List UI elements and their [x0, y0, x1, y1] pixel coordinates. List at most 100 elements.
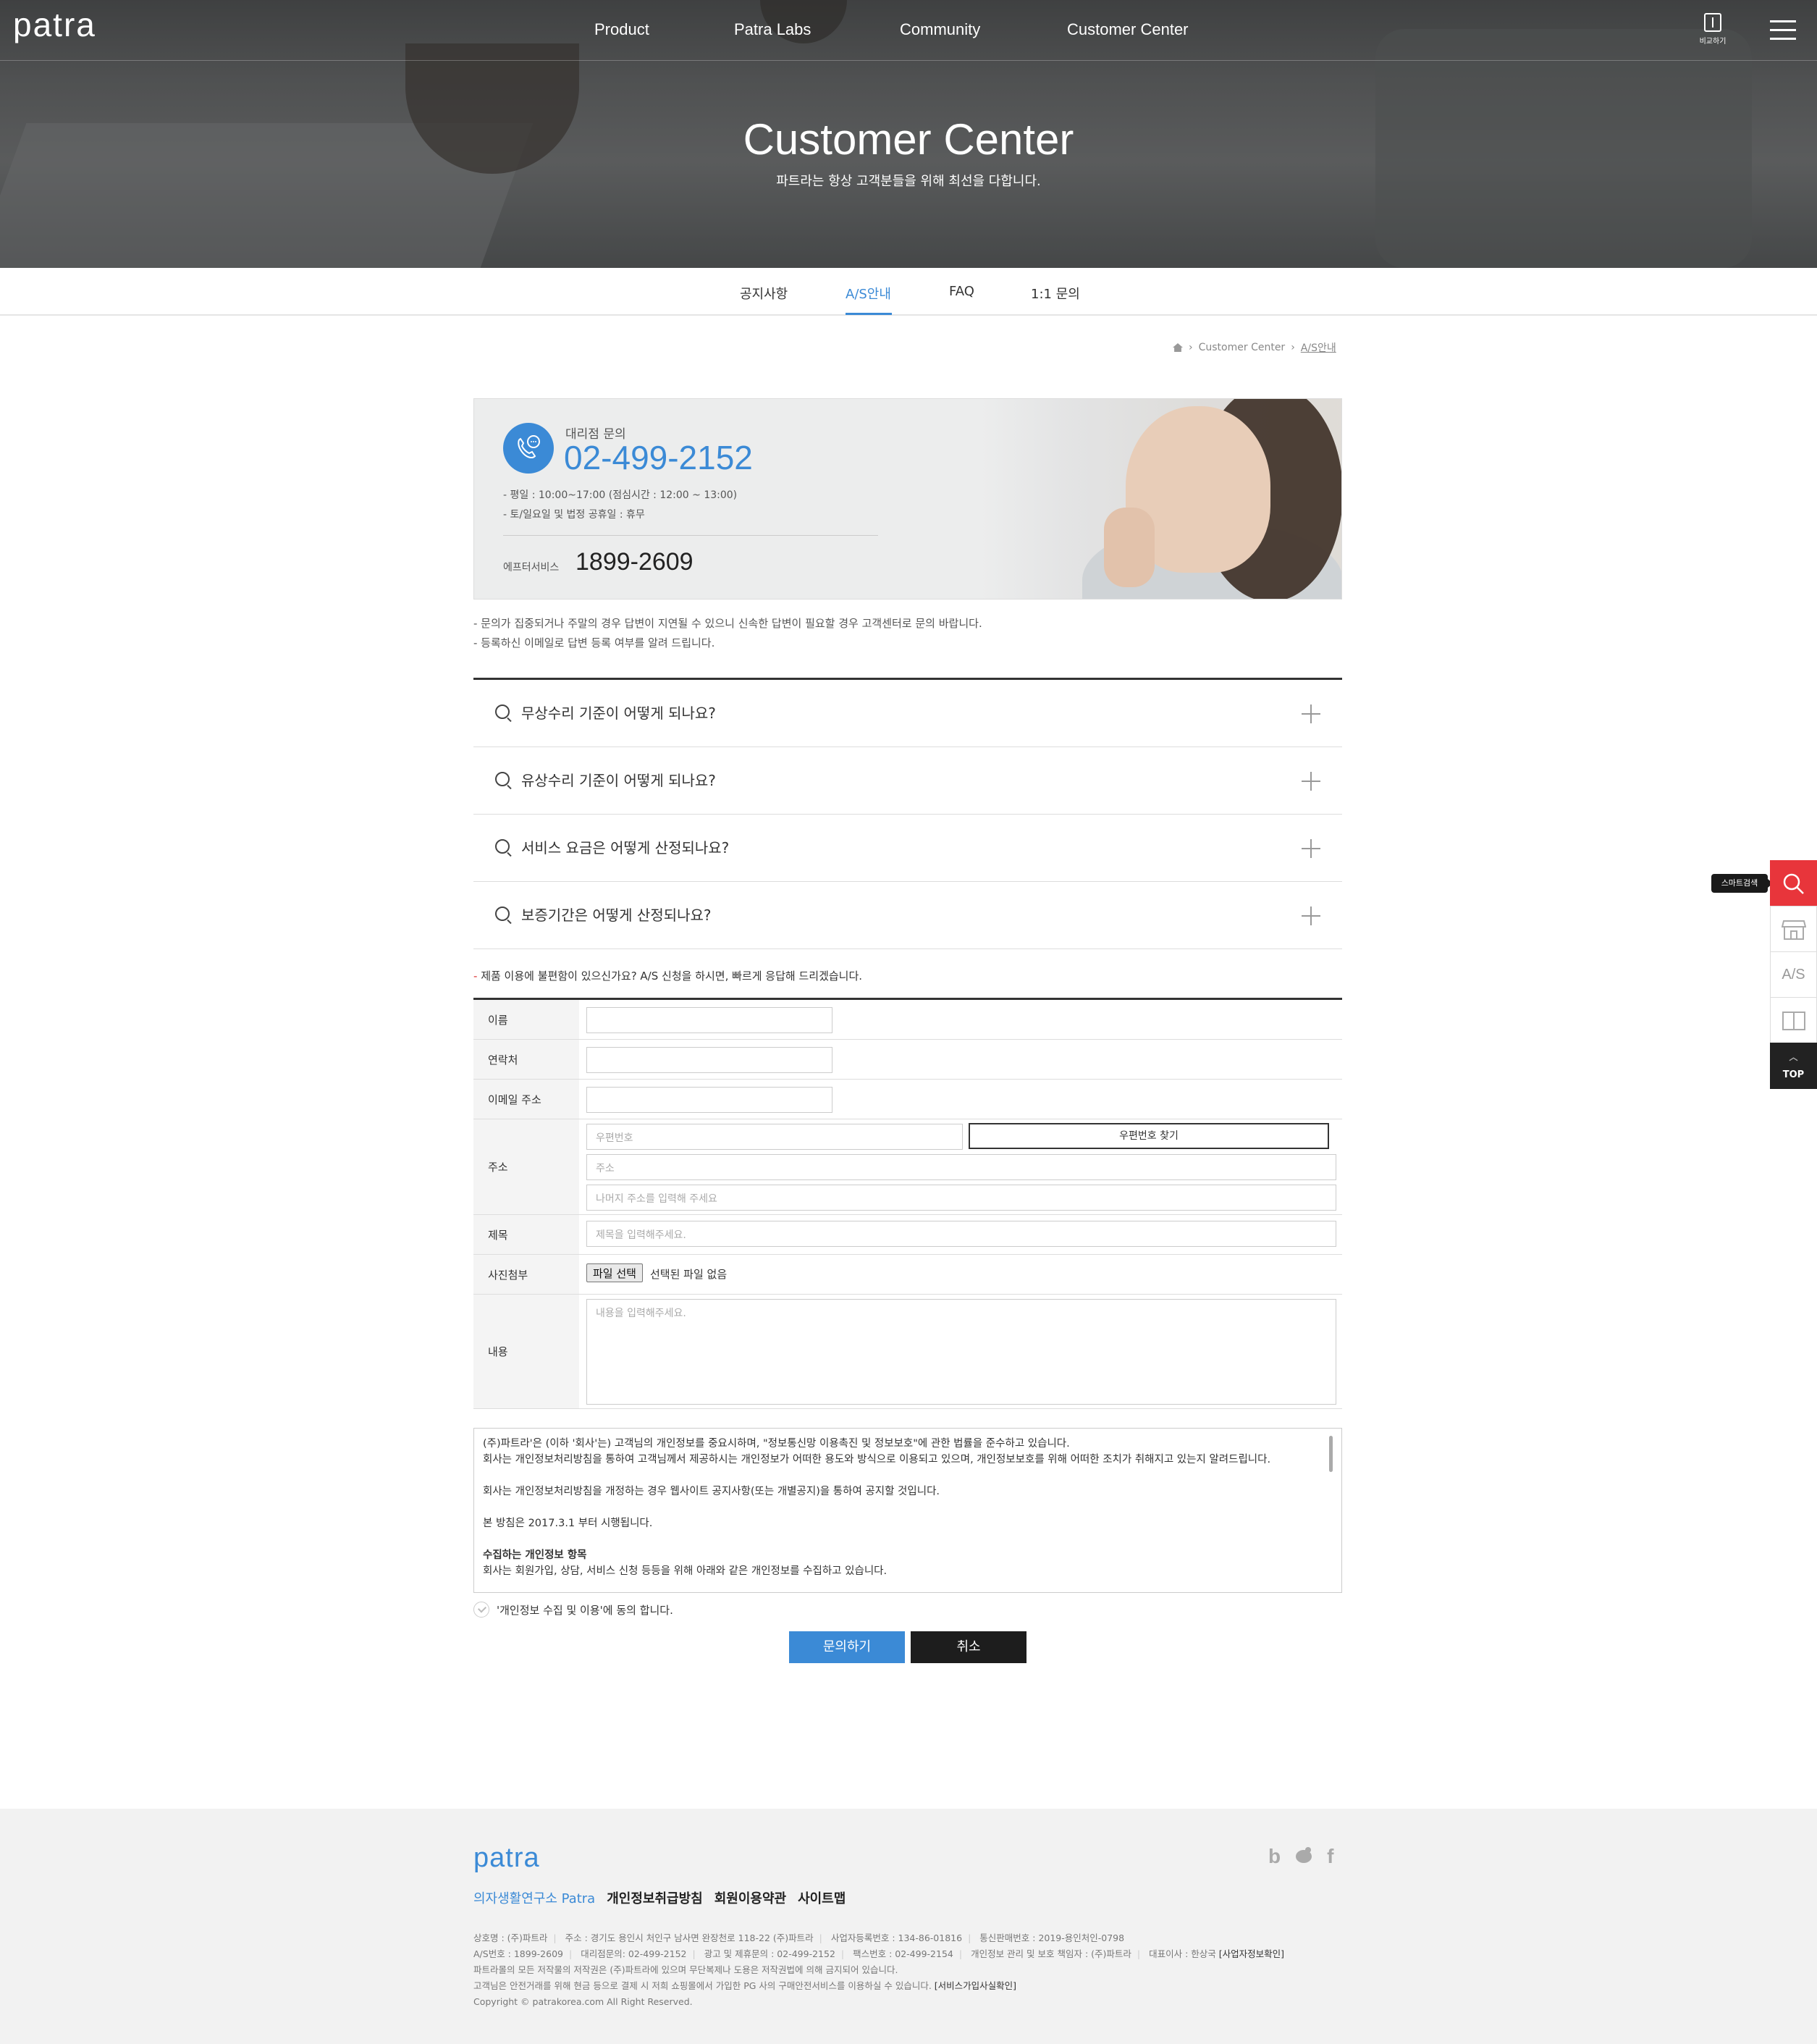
after-service-label: 에프터서비스 — [503, 562, 560, 573]
policy-text: 회사는 개인정보처리방침을 통하여 고객님께서 제공하시는 개인정보가 어떠한 … — [483, 1454, 1271, 1465]
plus-icon[interactable] — [1302, 907, 1320, 925]
file-status: 선택된 파일 없음 — [650, 1268, 728, 1281]
content-textarea[interactable]: 내용을 입력해주세요. — [586, 1299, 1336, 1405]
book-icon — [1782, 1012, 1805, 1030]
agree-label: '개인정보 수집 및 이용'에 동의 합니다. — [497, 1603, 673, 1617]
home-icon[interactable] — [1173, 343, 1183, 352]
phone-input[interactable] — [586, 1047, 832, 1073]
nav-customer-center[interactable]: Customer Center — [1067, 20, 1189, 39]
footer-link-sitemap[interactable]: 사이트맵 — [798, 1888, 846, 1907]
service-check-link[interactable]: [서비스가입사실확인] — [935, 1980, 1016, 1991]
phone-chat-icon — [503, 423, 554, 474]
tab-inquiry[interactable]: 1:1 문의 — [1031, 284, 1080, 303]
footer-link-terms[interactable]: 회원이용약관 — [714, 1888, 786, 1907]
form-row-content: 내용 내용을 입력해주세요. — [473, 1295, 1342, 1409]
find-zipcode-button[interactable]: 우편번호 찾기 — [969, 1123, 1329, 1149]
copyright: Copyright © patrakorea.com All Right Res… — [473, 1996, 693, 2007]
info-item: 상호명 : (주)파트라 — [473, 1932, 548, 1943]
page-subtitle: 파트라는 항상 고객분들을 위해 최선을 다합니다. — [776, 174, 1041, 189]
info-item: 광고 및 제휴문의 : 02-499-2152 — [704, 1948, 835, 1959]
company-info: 상호명 : (주)파트라 | 주소 : 경기도 용인시 처인구 남사면 완장천로 … — [473, 1930, 1284, 2010]
faq-item[interactable]: 서비스 요금은 어떻게 산정되나요? — [473, 815, 1342, 882]
smart-search-tooltip: 스마트검색 — [1711, 874, 1773, 893]
store-button[interactable] — [1770, 906, 1817, 952]
address-detail-input[interactable]: 나머지 주소를 입력해 주세요 — [586, 1185, 1336, 1211]
facebook-icon[interactable]: f — [1327, 1845, 1333, 1870]
email-input[interactable] — [586, 1087, 832, 1113]
phone-label: 연락처 — [473, 1040, 579, 1079]
company-info-line: 상호명 : (주)파트라 | 주소 : 경기도 용인시 처인구 남사면 완장천로 … — [473, 1932, 1125, 1943]
scroll-top-button[interactable]: ︿ TOP — [1770, 1043, 1817, 1089]
breadcrumb-item[interactable]: Customer Center — [1199, 342, 1286, 353]
address-label: 주소 — [473, 1119, 579, 1214]
social-links: b f — [1268, 1845, 1333, 1870]
form-row-subject: 제목 제목을 입력해주세요. — [473, 1215, 1342, 1255]
policy-heading: 수집하는 개인정보 항목 — [483, 1549, 587, 1561]
info-item: 팩스번호 : 02-499-2154 — [853, 1948, 953, 1959]
kakao-story-icon[interactable] — [1294, 1845, 1314, 1870]
quick-menu: A/S ︿ TOP — [1770, 860, 1817, 1089]
tab-notice[interactable]: 공지사항 — [740, 284, 788, 303]
breadcrumb: › Customer Center › A/S안내 — [1173, 340, 1336, 355]
info-item: 개인정보 관리 및 보호 책임자 : (주)파트라 — [971, 1948, 1131, 1959]
smart-search-button[interactable] — [1770, 860, 1817, 907]
store-icon — [1782, 920, 1806, 940]
subject-label: 제목 — [473, 1215, 579, 1254]
page-title: Customer Center — [743, 115, 1074, 164]
question-icon — [495, 907, 510, 921]
faq-item[interactable]: 보증기간은 어떻게 산정되나요? — [473, 882, 1342, 949]
form-row-address: 주소 우편번호 우편번호 찾기 주소 나머지 주소를 입력해 주세요 — [473, 1119, 1342, 1215]
breadcrumb-current[interactable]: A/S안내 — [1301, 340, 1336, 355]
faq-question: 서비스 요금은 어떻게 산정되나요? — [521, 839, 730, 857]
faq-item[interactable]: 무상수리 기준이 어떻게 되나요? — [473, 680, 1342, 747]
faq-question: 유상수리 기준이 어떻게 되나요? — [521, 772, 716, 789]
active-tab-indicator — [846, 313, 892, 315]
compare-button[interactable]: 비교하기 — [1692, 13, 1733, 46]
agree-checkbox-row[interactable]: '개인정보 수집 및 이용'에 동의 합니다. — [473, 1602, 673, 1618]
submit-button[interactable]: 문의하기 — [789, 1631, 905, 1663]
nav-patra-labs[interactable]: Patra Labs — [734, 20, 811, 39]
blog-icon[interactable]: b — [1268, 1845, 1281, 1870]
zipcode-input[interactable]: 우편번호 — [586, 1124, 963, 1150]
hero-banner: patra Product Patra Labs Community Custo… — [0, 0, 1817, 268]
catalog-button[interactable] — [1770, 997, 1817, 1043]
form-intro: - 제품 이용에 불편함이 있으신가요? A/S 신청을 하시면, 빠르게 응답… — [473, 968, 862, 983]
footer: patra b f 의자생활연구소 Patra 개인정보취급방침 회원이용약관 … — [0, 1809, 1817, 2044]
nav-community[interactable]: Community — [900, 20, 980, 39]
file-select-button[interactable]: 파일 선택 — [586, 1263, 643, 1282]
cancel-button[interactable]: 취소 — [911, 1631, 1026, 1663]
as-button[interactable]: A/S — [1770, 951, 1817, 998]
faq-question: 보증기간은 어떻게 산정되나요? — [521, 907, 712, 924]
patra-logo[interactable]: patra — [13, 10, 129, 43]
footer-logo[interactable]: patra — [473, 1843, 560, 1875]
footer-link-privacy[interactable]: 개인정보취급방침 — [607, 1888, 702, 1907]
plus-icon[interactable] — [1302, 705, 1320, 723]
policy-text: 본 방침은 2017.3.1 부터 시행됩니다. — [483, 1518, 653, 1529]
nav-product[interactable]: Product — [594, 20, 649, 39]
menu-icon[interactable] — [1770, 20, 1796, 41]
info-item: 주소 : 경기도 용인시 처인구 남사면 완장천로 118-22 (주)파트라 — [565, 1932, 814, 1943]
weekday-hours: - 평일 : 10:00~17:00 (점심시간 : 12:00 ~ 13:00… — [503, 489, 738, 501]
name-input[interactable] — [586, 1007, 832, 1033]
tab-faq[interactable]: FAQ — [949, 284, 974, 299]
plus-icon[interactable] — [1302, 772, 1320, 791]
business-info-link[interactable]: [사업자정보확인] — [1219, 1948, 1284, 1959]
as-request-form: 이름 연락처 이메일 주소 주소 우편번호 우편번호 찾기 주소 나머지 주소를… — [473, 998, 1342, 1409]
faq-item[interactable]: 유상수리 기준이 어떻게 되나요? — [473, 747, 1342, 815]
question-icon — [495, 772, 510, 786]
subject-input[interactable]: 제목을 입력해주세요. — [586, 1221, 1336, 1247]
tab-as-info[interactable]: A/S안내 — [846, 284, 891, 303]
footer-link-lab[interactable]: 의자생활연구소 Patra — [473, 1888, 595, 1907]
address-input[interactable]: 주소 — [586, 1154, 1336, 1180]
faq-list: 무상수리 기준이 어떻게 되나요? 유상수리 기준이 어떻게 되나요? 서비스 … — [473, 678, 1342, 949]
plus-icon[interactable] — [1302, 839, 1320, 858]
scrollbar[interactable] — [1329, 1436, 1333, 1472]
question-icon — [495, 839, 510, 854]
notice-line: - 등록하신 이메일로 답변 등록 여부를 알려 드립니다. — [473, 636, 715, 649]
policy-text: (주)파트라'은 (이하 '회사'는) 고객님의 개인정보를 중요시하며, "정… — [483, 1438, 1070, 1450]
company-info-line: A/S번호 : 1899-2609 | 대리점문의: 02-499-2152 | 광… — [473, 1948, 1285, 1959]
compare-icon — [1704, 13, 1721, 32]
name-label: 이름 — [473, 1000, 579, 1039]
agree-checkbox[interactable] — [473, 1602, 489, 1618]
privacy-policy-box[interactable]: (주)파트라'은 (이하 '회사'는) 고객님의 개인정보를 중요시하며, "정… — [473, 1428, 1342, 1593]
